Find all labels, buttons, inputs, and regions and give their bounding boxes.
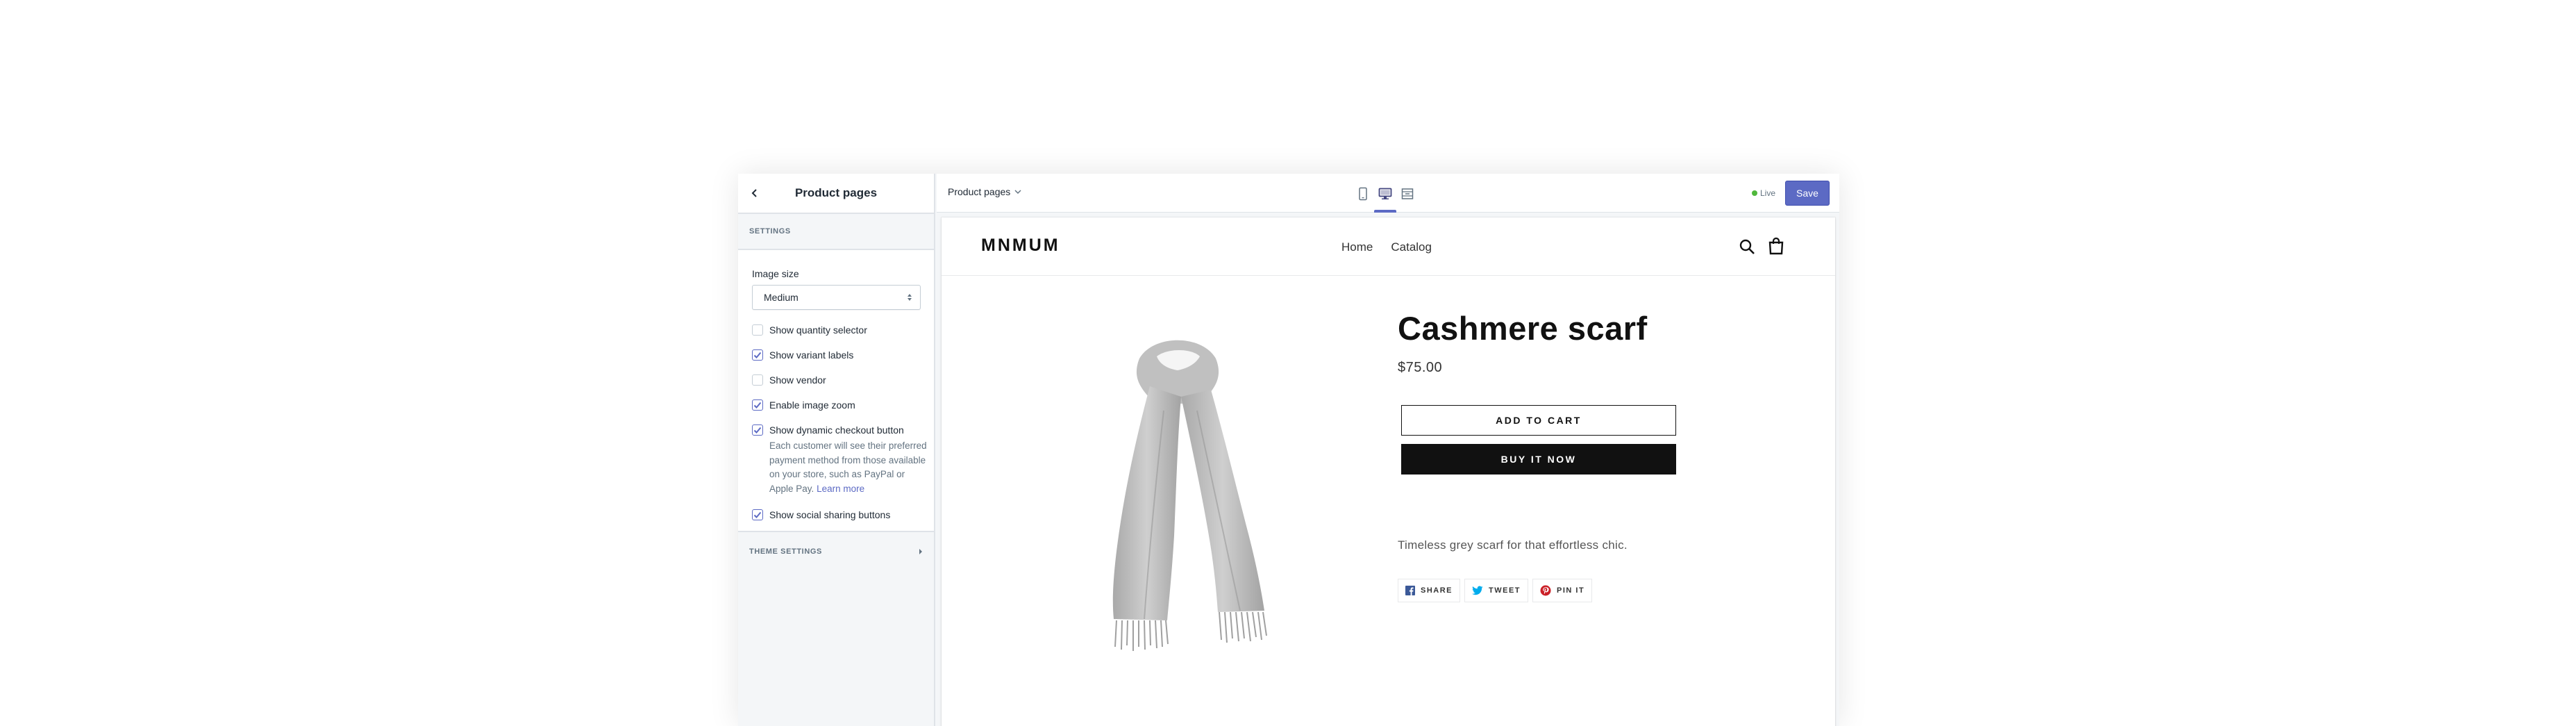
checkbox[interactable] [752, 509, 763, 520]
live-status-label: Live [1759, 188, 1775, 198]
image-size-select[interactable]: Medium [752, 285, 921, 310]
checkbox[interactable] [752, 399, 763, 411]
checkbox[interactable] [752, 424, 763, 436]
page-selector[interactable]: Product pages [948, 186, 1021, 197]
checkbox-label: Show dynamic checkout button [769, 424, 904, 436]
share-twitter-label: TWEET [1489, 586, 1521, 595]
share-pinterest-label: PIN IT [1557, 586, 1585, 595]
checkbox-label: Show quantity selector [769, 324, 867, 336]
product-title: Cashmere scarf [1398, 310, 1648, 347]
search-icon[interactable] [1739, 238, 1755, 255]
store-logo[interactable]: MNMUM [981, 236, 1060, 256]
checkmark-icon [753, 511, 762, 518]
pinterest-icon [1540, 585, 1551, 596]
image-size-label: Image size [752, 268, 799, 279]
mobile-view-button[interactable] [1352, 181, 1374, 207]
share-facebook-button[interactable]: SHARE [1398, 579, 1461, 602]
caret-right-icon [919, 549, 922, 554]
checkbox-show-social-sharing[interactable]: Show social sharing buttons [752, 509, 920, 521]
checkbox[interactable] [752, 374, 763, 386]
desktop-view-button[interactable] [1374, 181, 1396, 213]
cart-icon[interactable] [1768, 237, 1784, 255]
sidebar-header: Product pages [738, 174, 934, 214]
share-pinterest-button[interactable]: PIN IT [1532, 579, 1593, 602]
theme-editor: Product pages SETTINGS Image size Medium… [738, 174, 1839, 726]
checkbox-show-quantity-selector[interactable]: Show quantity selector [752, 324, 920, 336]
checkbox[interactable] [752, 349, 763, 361]
checkbox-label: Show vendor [769, 374, 826, 386]
device-switcher [1352, 181, 1419, 213]
checkmark-icon [753, 427, 762, 434]
nav-item-catalog[interactable]: Catalog [1391, 240, 1432, 254]
editor-topbar: Product pages Live Save [937, 174, 1839, 213]
settings-panel: Image size Medium Show quantity selector… [738, 250, 934, 532]
status-dot-icon [1751, 190, 1757, 196]
store-preview: MNMUM Home Catalog Cashmere scarf $75.00… [942, 217, 1835, 726]
product-image[interactable] [1053, 320, 1303, 654]
product-description: Timeless grey scarf for that effortless … [1398, 538, 1628, 552]
chevron-down-icon [1014, 190, 1021, 195]
learn-more-link[interactable]: Learn more [817, 484, 864, 494]
dynamic-checkout-help: Each customer will see their preferred p… [769, 439, 929, 496]
fullscreen-view-button[interactable] [1396, 181, 1419, 207]
nav-item-home[interactable]: Home [1341, 240, 1373, 254]
store-header: MNMUM Home Catalog [942, 217, 1835, 276]
share-facebook-label: SHARE [1421, 586, 1453, 595]
checkbox-enable-image-zoom[interactable]: Enable image zoom [752, 399, 920, 411]
save-button[interactable]: Save [1785, 181, 1830, 206]
checkmark-icon [753, 402, 762, 409]
add-to-cart-button[interactable]: ADD TO CART [1401, 405, 1676, 436]
live-status: Live [1751, 188, 1775, 198]
checkbox-label: Show variant labels [769, 349, 854, 361]
sidebar-title: Product pages [794, 186, 878, 199]
select-arrows-icon [908, 294, 912, 301]
desktop-icon [1378, 188, 1392, 199]
product-price: $75.00 [1398, 360, 1443, 375]
image-size-value: Medium [764, 292, 798, 303]
twitter-icon [1472, 586, 1483, 595]
checkbox-show-variant-labels[interactable]: Show variant labels [752, 349, 920, 361]
theme-settings-heading: THEME SETTINGS [749, 547, 822, 556]
checkbox-label: Enable image zoom [769, 399, 855, 411]
settings-heading: SETTINGS [738, 214, 934, 250]
sidebar: Product pages SETTINGS Image size Medium… [738, 174, 935, 726]
facebook-icon [1405, 586, 1415, 595]
social-share-buttons: SHARE TWEET PIN IT [1398, 579, 1596, 602]
checkbox-show-dynamic-checkout[interactable]: Show dynamic checkout button [752, 424, 920, 436]
checkbox[interactable] [752, 324, 763, 336]
fullscreen-icon [1401, 188, 1414, 199]
share-twitter-button[interactable]: TWEET [1464, 579, 1529, 602]
checkmark-icon [753, 352, 762, 358]
theme-settings-section[interactable]: THEME SETTINGS [738, 532, 934, 571]
checkbox-show-vendor[interactable]: Show vendor [752, 374, 920, 386]
mobile-icon [1359, 187, 1367, 201]
checkbox-label: Show social sharing buttons [769, 509, 891, 520]
buy-now-button[interactable]: BUY IT NOW [1401, 444, 1676, 475]
store-nav: Home Catalog [1341, 240, 1450, 254]
page-selector-label: Product pages [948, 186, 1011, 197]
